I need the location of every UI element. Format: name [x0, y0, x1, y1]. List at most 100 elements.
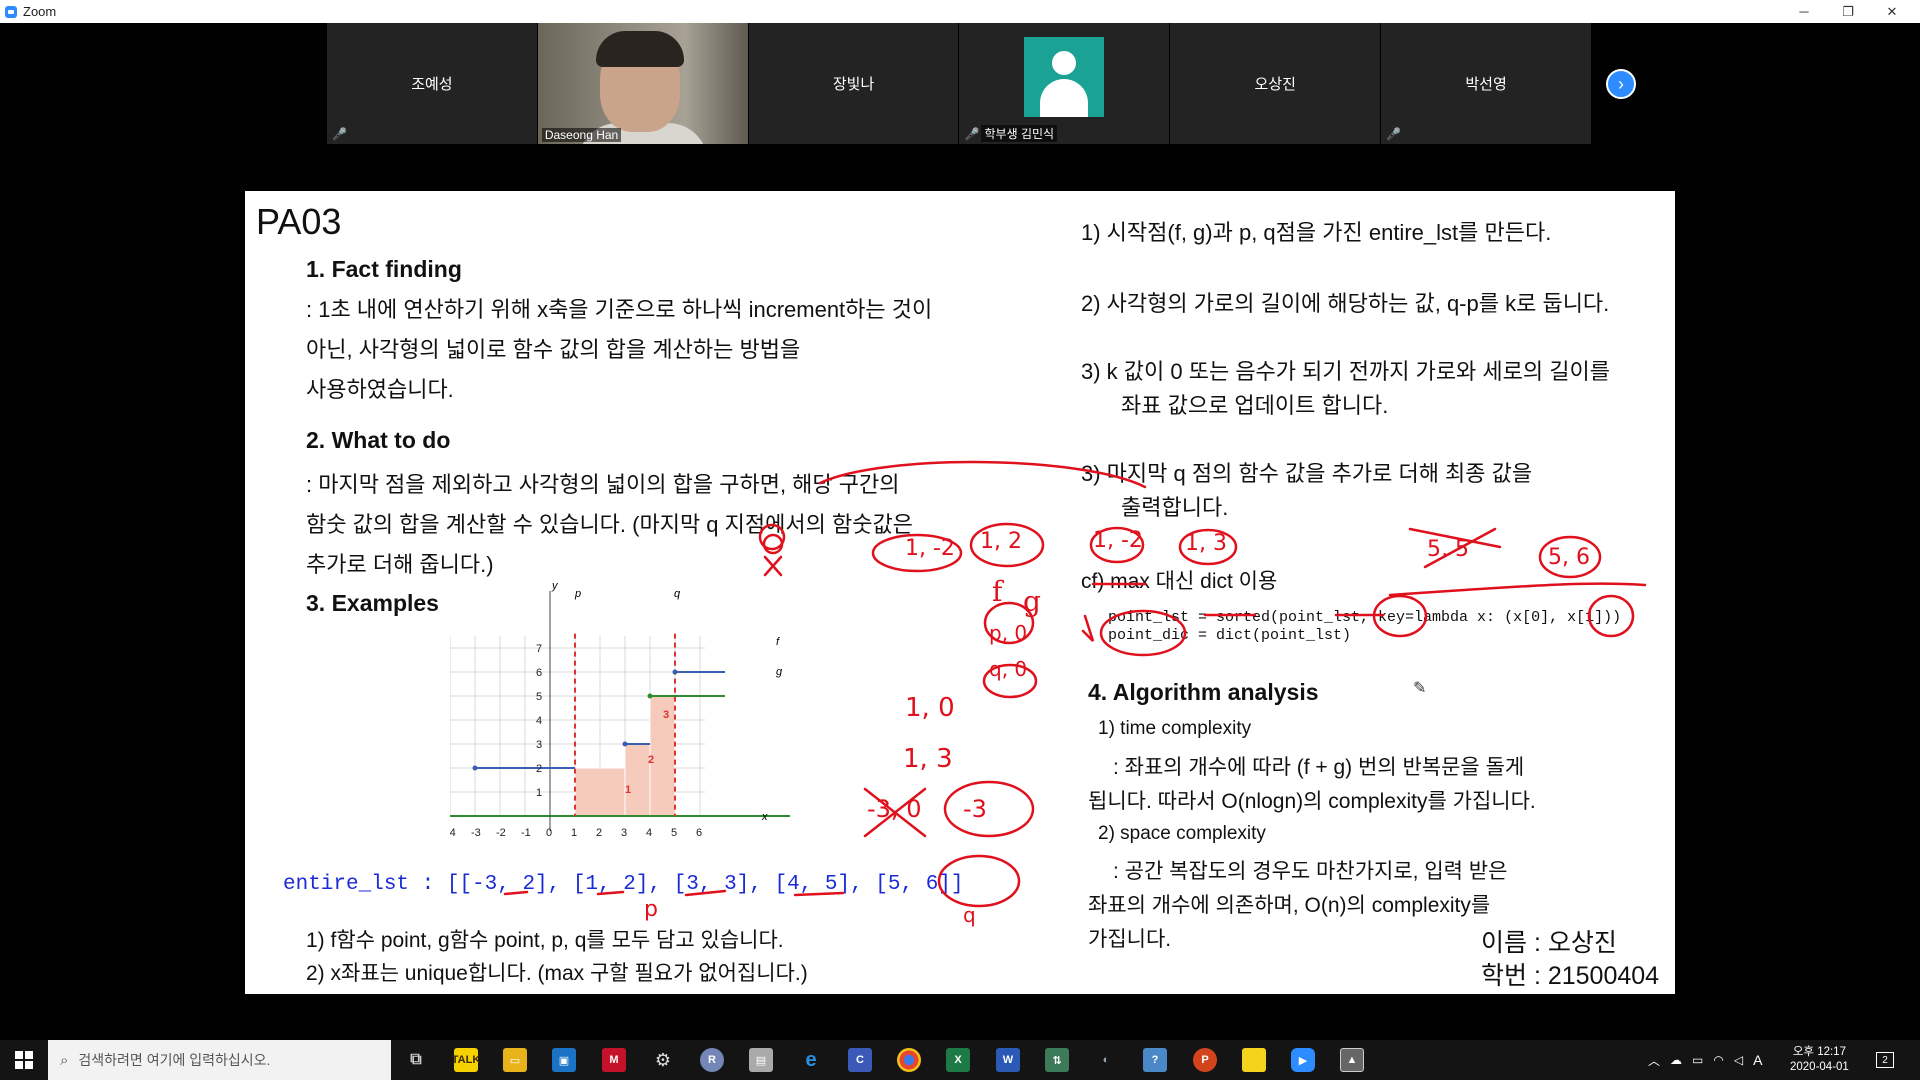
rect-label: 2: [648, 754, 654, 766]
window-titlebar: Zoom: [0, 0, 1920, 23]
y-tick-label: 2: [536, 763, 542, 775]
ink-pair: 1, 2: [980, 529, 1022, 554]
clock-time: 오후 12:17: [1792, 1046, 1846, 1058]
clock-date: 2020-04-01: [1790, 1061, 1849, 1073]
search-icon: ⌕: [60, 1051, 69, 1069]
pen-cursor-icon: ✎: [1413, 680, 1427, 697]
ink-note: -3: [963, 795, 987, 823]
x-tick-label: -3: [471, 827, 481, 839]
student-name: 이름 : 오상진: [1481, 929, 1617, 957]
sub-heading: 1) time complexity: [1098, 718, 1252, 739]
word-icon[interactable]: W: [996, 1048, 1020, 1072]
remote-icon[interactable]: ◐: [1094, 1048, 1118, 1072]
antivirus-icon[interactable]: M: [602, 1048, 626, 1072]
section-heading: 2. What to do: [306, 427, 451, 453]
point-dot: [622, 741, 628, 747]
x-tick-label: -1: [521, 827, 531, 839]
participant-name: 장빛나: [832, 76, 875, 93]
ide-icon[interactable]: C: [848, 1048, 872, 1072]
body-line: 아닌, 사각형의 넓이로 함수 값의 합을 계산하는 방법을: [306, 337, 801, 362]
participant-video-tile[interactable]: Daseong Han: [537, 23, 748, 144]
body-line: : 마지막 점을 제외하고 사각형의 넓이의 합을 구하면, 해당 구간의: [306, 472, 900, 497]
x-tick-label: -4: [450, 827, 456, 839]
ink-note: 1, 0: [905, 693, 955, 723]
edge-icon[interactable]: e: [799, 1048, 823, 1072]
step-line: 1) 시작점(f, g)과 p, q점을 가진 entire_lst를 만든다.: [1081, 220, 1552, 245]
body-line: : 1초 내에 연산하기 위해 x축을 기준으로 하나씩 increment하는…: [306, 297, 933, 322]
next-page-button[interactable]: ›: [1606, 69, 1636, 99]
ink-note: 5, 6: [1548, 545, 1590, 570]
step-line: 출력합니다.: [1121, 495, 1229, 520]
chevron-up-icon[interactable]: ︿: [1648, 1052, 1660, 1069]
start-button[interactable]: [0, 1040, 48, 1080]
wifi-icon[interactable]: ◠: [1713, 1053, 1723, 1067]
excel-icon[interactable]: X: [946, 1048, 970, 1072]
notification-button[interactable]: 2: [1876, 1040, 1894, 1080]
network-app-icon[interactable]: ⇅: [1045, 1048, 1069, 1072]
chrome-icon[interactable]: [897, 1048, 921, 1072]
sub-heading: 2) space complexity: [1098, 823, 1266, 844]
body-line: : 좌표의 개수에 따라 (f + g) 번의 반복문을 돌게: [1113, 756, 1525, 779]
photos-icon[interactable]: ▲: [1340, 1048, 1364, 1072]
participant-tile[interactable]: 오상진: [1170, 23, 1381, 144]
x-tick-label: 4: [646, 827, 652, 839]
task-view-icon[interactable]: ⧉: [404, 1048, 428, 1072]
participant-tile[interactable]: 🎤 학부생 김민식: [959, 23, 1170, 144]
code-line: point_dic = dict(point_lst): [1108, 627, 1352, 644]
ink-note: q, 0: [989, 657, 1028, 681]
kakaotalk-icon[interactable]: TALK: [452, 1048, 480, 1072]
chevron-right-icon: ›: [1618, 73, 1624, 94]
minimize-button[interactable]: ─: [1782, 0, 1826, 23]
participant-tile[interactable]: 조예성 🎤: [327, 23, 537, 144]
battery-icon[interactable]: ▭: [1692, 1053, 1703, 1067]
participant-tile[interactable]: 장빛나: [748, 23, 959, 144]
volume-icon[interactable]: ◁: [1734, 1053, 1743, 1067]
ink-pair: 1, -2: [1093, 528, 1143, 553]
sticky-notes-icon[interactable]: [1242, 1048, 1266, 1072]
avatar: [1024, 36, 1105, 117]
ink-note: q: [963, 903, 976, 927]
x-axis-label: x: [761, 811, 768, 823]
taskbar-search[interactable]: ⌕ 검색하려면 여기에 입력하십시오.: [48, 1040, 391, 1080]
settings-icon[interactable]: ⚙: [651, 1048, 675, 1072]
ime-indicator[interactable]: A: [1753, 1052, 1762, 1068]
participant-tile[interactable]: 박선영 🎤: [1381, 23, 1591, 144]
y-tick-label: 3: [536, 739, 542, 751]
help-app-icon[interactable]: ?: [1143, 1048, 1167, 1072]
close-button[interactable]: ✕: [1870, 0, 1914, 23]
ink-circle: [943, 780, 1035, 838]
ink-note: -3, 0: [867, 795, 922, 823]
window-title: Zoom: [23, 4, 57, 19]
body-line: 추가로 더해 줍니다.): [306, 552, 494, 577]
zoom-taskbar-icon[interactable]: ▶: [1291, 1048, 1315, 1072]
file-explorer-icon[interactable]: ▭: [503, 1048, 527, 1072]
ink-note: f: [992, 575, 1017, 608]
code-line: point_lst = sorted(point_lst, key=lambda…: [1108, 609, 1622, 626]
document-icon[interactable]: ▤: [749, 1048, 773, 1072]
mic-muted-icon: 🎤: [964, 127, 980, 141]
store-icon[interactable]: ▣: [552, 1048, 576, 1072]
y-axis-label: y: [551, 581, 559, 592]
powerpoint-icon[interactable]: P: [1193, 1048, 1217, 1072]
step-line: 3) 마지막 q 점의 함수 값을 추가로 더해 최종 값을: [1081, 461, 1533, 486]
mic-muted-icon: 🎤: [1386, 127, 1402, 141]
g-label: g: [776, 666, 783, 678]
f-label: f: [776, 636, 780, 648]
y-tick-label: 6: [536, 667, 542, 679]
x-tick-label: 2: [596, 827, 602, 839]
video-person-hair: [595, 31, 684, 67]
point-dot: [472, 765, 478, 771]
maximize-button[interactable]: ❐: [1826, 0, 1870, 23]
zoom-logo-icon: [5, 5, 17, 18]
ink-pair: 1, -2: [905, 536, 955, 561]
x-tick-label: 5: [671, 827, 677, 839]
clock[interactable]: 오후 12:17 2020-04-01: [1790, 1040, 1849, 1080]
system-tray: ︿ ☁ ▭ ◠ ◁ A: [1648, 1040, 1762, 1080]
ink-cross: [763, 555, 783, 577]
p-label: p: [574, 588, 581, 600]
cloud-icon[interactable]: ☁: [1670, 1053, 1682, 1067]
body-line: 좌표의 개수에 의존하며, O(n)의 complexity를: [1088, 894, 1491, 917]
participant-name: 박선영: [1465, 76, 1507, 93]
ink-note: p, 0: [989, 621, 1028, 645]
r-app-icon[interactable]: R: [700, 1048, 724, 1072]
